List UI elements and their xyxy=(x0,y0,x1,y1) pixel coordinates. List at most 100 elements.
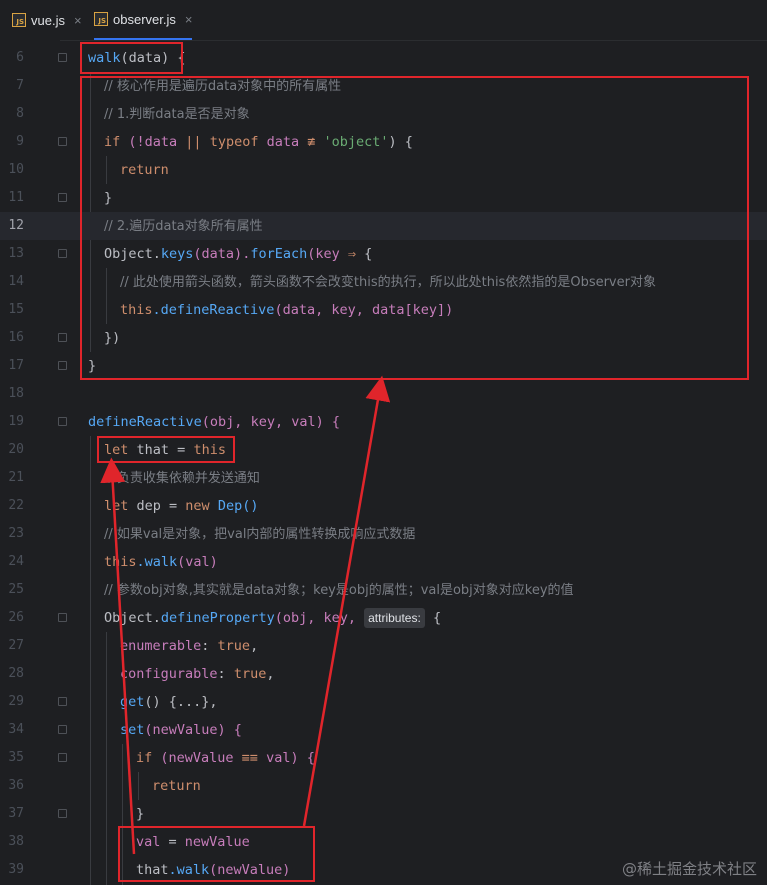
line-number: 20 xyxy=(8,442,24,457)
code-line-14: 14 // 此处使用箭头函数，箭头函数不会改变this的执行，所以此处this依… xyxy=(0,268,767,296)
code-line-34: 34 set(newValue) { xyxy=(0,716,767,744)
line-number: 8 xyxy=(16,106,24,121)
line-number: 7 xyxy=(16,78,24,93)
code-line-18: 18 xyxy=(0,380,767,408)
code-line-37: 37 } xyxy=(0,800,767,828)
code-text: return xyxy=(120,162,169,178)
line-number: 29 xyxy=(8,694,24,709)
fold-icon[interactable] xyxy=(58,725,67,734)
code-text: // 核心作用是遍历data对象中的所有属性 xyxy=(104,79,342,94)
line-number: 12 xyxy=(8,218,24,233)
code-line-12-current: 12 // 2.遍历data对象所有属性 xyxy=(0,212,767,240)
line-number: 15 xyxy=(8,302,24,317)
line-number: 27 xyxy=(8,638,24,653)
code-line-21: 21 // 负责收集依赖并发送通知 xyxy=(0,464,767,492)
code-text: let dep = new Dep() xyxy=(104,498,259,514)
fold-icon[interactable] xyxy=(58,613,67,622)
line-number: 38 xyxy=(8,834,24,849)
code-line-22: 22 let dep = new Dep() xyxy=(0,492,767,520)
line-number: 18 xyxy=(8,386,24,401)
line-number: 9 xyxy=(16,134,24,149)
js-file-icon: JS xyxy=(94,12,108,26)
code-line-11: 11 } xyxy=(0,184,767,212)
code-text: defineReactive(obj, key, val) { xyxy=(88,414,340,430)
line-number: 14 xyxy=(8,274,24,289)
line-number: 6 xyxy=(16,50,24,65)
js-file-icon: JS xyxy=(12,13,26,27)
parameter-hint: attributes: xyxy=(364,608,425,628)
fold-icon[interactable] xyxy=(58,137,67,146)
tab-label: vue.js xyxy=(31,12,65,28)
watermark: @稀土掘金技术社区 xyxy=(621,860,757,878)
code-line-35: 35 if (newValue ≡≡ val) { xyxy=(0,744,767,772)
line-number: 28 xyxy=(8,666,24,681)
fold-icon[interactable] xyxy=(58,753,67,762)
tab-observer-js[interactable]: JS observer.js × xyxy=(94,0,193,40)
code-text: // 此处使用箭头函数，箭头函数不会改变this的执行，所以此处this依然指的… xyxy=(120,275,656,290)
code-text: } xyxy=(104,190,113,206)
line-number: 17 xyxy=(8,358,24,373)
code-text: if (newValue ≡≡ val) { xyxy=(136,750,315,766)
code-text: configurable: true, xyxy=(120,666,275,682)
code-line-10: 10 return xyxy=(0,156,767,184)
fold-icon[interactable] xyxy=(58,809,67,818)
code-line-24: 24 this.walk(val) xyxy=(0,548,767,576)
line-number: 37 xyxy=(8,806,24,821)
code-line-25: 25 // 参数obj对象,其实就是data对象；key是obj的属性；val是… xyxy=(0,576,767,604)
code-line-36: 36 return xyxy=(0,772,767,800)
line-number: 10 xyxy=(8,162,24,177)
fold-icon[interactable] xyxy=(58,361,67,370)
line-number: 23 xyxy=(8,526,24,541)
code-line-20: 20 let that = this xyxy=(0,436,767,464)
code-text: // 2.遍历data对象所有属性 xyxy=(104,219,263,234)
code-line-27: 27 enumerable: true, xyxy=(0,632,767,660)
code-text: set(newValue) { xyxy=(120,722,242,738)
line-number: 34 xyxy=(8,722,24,737)
code-text: // 负责收集依赖并发送通知 xyxy=(104,471,260,486)
code-text: val = newValue xyxy=(136,834,250,850)
code-line-6: 6 walk(data) { xyxy=(0,44,767,72)
code-text: } xyxy=(88,358,97,374)
fold-icon[interactable] xyxy=(58,249,67,258)
code-text: Object.defineProperty(obj, key, attribut… xyxy=(104,608,442,628)
line-number: 35 xyxy=(8,750,24,765)
line-number: 21 xyxy=(8,470,24,485)
code-line-19: 19 defineReactive(obj, key, val) { xyxy=(0,408,767,436)
editor-tab-bar: JS vue.js × JS observer.js × xyxy=(0,0,767,41)
code-text: }) xyxy=(104,330,121,346)
line-number: 19 xyxy=(8,414,24,429)
code-line-8: 8 // 1.判断data是否是对象 xyxy=(0,100,767,128)
code-text: // 参数obj对象,其实就是data对象；key是obj的属性；val是obj… xyxy=(104,583,574,598)
tab-label: observer.js xyxy=(113,11,176,27)
code-line-26: 26 Object.defineProperty(obj, key, attri… xyxy=(0,604,767,632)
code-text: } xyxy=(136,806,145,822)
close-icon[interactable]: × xyxy=(185,12,193,27)
code-text: // 如果val是对象，把val内部的属性转换成响应式数据 xyxy=(104,527,416,542)
code-text: Object.keys(data).forEach(key ⇒ { xyxy=(104,246,373,262)
code-text: return xyxy=(152,778,201,794)
fold-icon[interactable] xyxy=(58,697,67,706)
fold-icon[interactable] xyxy=(58,53,67,62)
code-line-16: 16 }) xyxy=(0,324,767,352)
code-text: if (!data || typeof data ≢ 'object') { xyxy=(104,134,413,150)
fold-icon[interactable] xyxy=(58,193,67,202)
line-number: 24 xyxy=(8,554,24,569)
line-number: 16 xyxy=(8,330,24,345)
code-text: let that = this xyxy=(104,442,226,458)
code-text: enumerable: true, xyxy=(120,638,259,654)
fold-icon[interactable] xyxy=(58,333,67,342)
line-number: 25 xyxy=(8,582,24,597)
code-line-23: 23 // 如果val是对象，把val内部的属性转换成响应式数据 xyxy=(0,520,767,548)
code-line-29: 29 get() {...}, xyxy=(0,688,767,716)
code-text: this.defineReactive(data, key, data[key]… xyxy=(120,302,454,318)
line-number: 13 xyxy=(8,246,24,261)
code-line-9: 9 if (!data || typeof data ≢ 'object') { xyxy=(0,128,767,156)
code-text: // 1.判断data是否是对象 xyxy=(104,107,250,122)
close-icon[interactable]: × xyxy=(74,13,82,28)
code-line-15: 15 this.defineReactive(data, key, data[k… xyxy=(0,296,767,324)
code-line-17: 17 } xyxy=(0,352,767,380)
tab-vue-js[interactable]: JS vue.js × xyxy=(12,0,82,40)
code-text: that.walk(newValue) xyxy=(136,862,291,878)
fold-icon[interactable] xyxy=(58,417,67,426)
code-line-13: 13 Object.keys(data).forEach(key ⇒ { xyxy=(0,240,767,268)
